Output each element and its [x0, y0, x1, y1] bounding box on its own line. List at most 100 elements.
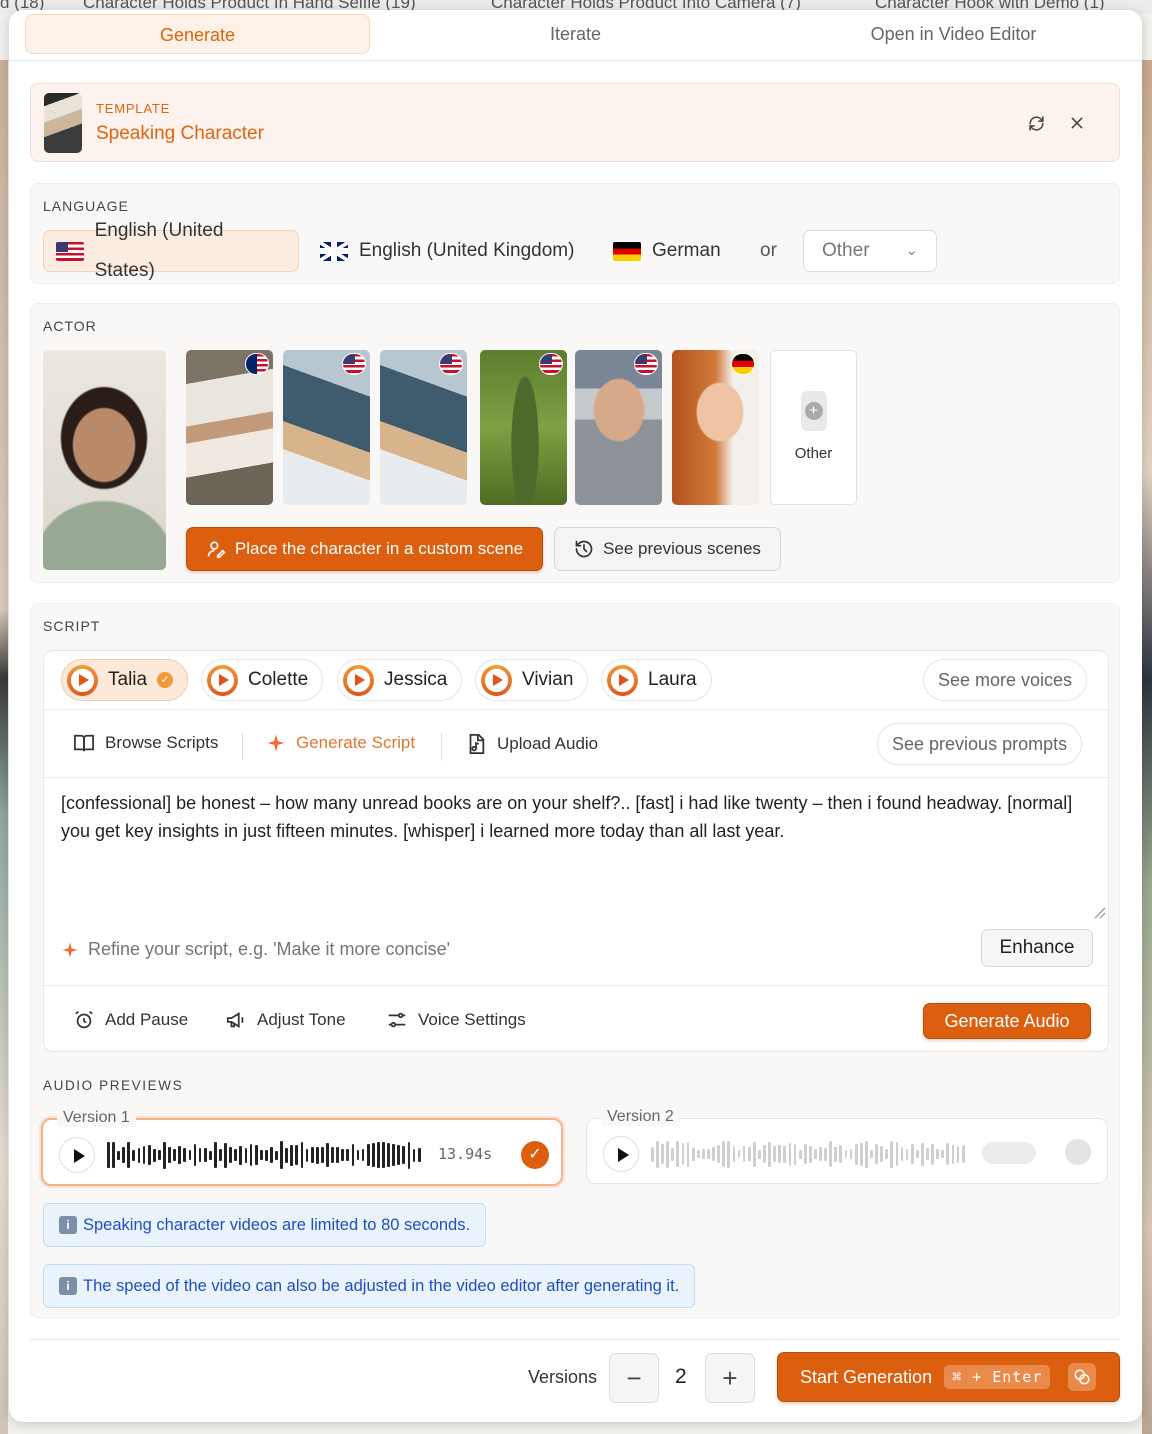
audio-version-card[interactable]: Version 2	[586, 1108, 1108, 1184]
play-icon	[67, 664, 98, 696]
voice-vivian[interactable]: Vivian	[475, 659, 589, 701]
waveform-bar	[112, 1142, 115, 1168]
waveform-bar	[854, 1143, 858, 1165]
previous-scenes-button[interactable]: See previous scenes	[554, 527, 781, 571]
waveform-bar	[173, 1149, 177, 1161]
generate-script-button[interactable]: Generate Script	[266, 733, 415, 753]
voice-name: Vivian	[522, 669, 574, 690]
waveform-bar	[361, 1149, 365, 1161]
sliders-icon	[388, 1012, 406, 1028]
script-textarea[interactable]: [confessional] be honest – how many unre…	[61, 789, 1091, 919]
voice-settings-button[interactable]: Voice Settings	[386, 1009, 526, 1031]
background-tab: d (18)	[0, 0, 45, 12]
refresh-icon[interactable]	[1022, 109, 1050, 137]
resize-handle-icon[interactable]	[1092, 905, 1106, 919]
audio-version-card[interactable]: Version 1 13.94s ✓	[41, 1109, 563, 1186]
waveform-bar	[961, 1145, 965, 1163]
increment-button[interactable]: +	[705, 1353, 755, 1403]
flag-badge-icon	[439, 353, 463, 375]
waveform-bar	[656, 1140, 659, 1168]
waveform-bar	[280, 1141, 283, 1169]
custom-scene-button[interactable]: Place the character in a custom scene	[186, 527, 543, 571]
see-previous-prompts-button[interactable]: See previous prompts	[877, 723, 1083, 765]
other-actor-button[interactable]: + Other	[770, 350, 857, 505]
refine-input[interactable]	[88, 939, 788, 960]
add-pause-button[interactable]: Add Pause	[73, 1009, 188, 1031]
language-option-en-uk[interactable]: English (United Kingdom)	[308, 230, 586, 272]
play-button[interactable]	[603, 1136, 639, 1172]
tab-open-in-video-editor[interactable]: Open in Video Editor	[781, 14, 1126, 54]
selected-check-icon[interactable]: ✓	[521, 1141, 549, 1169]
waveform-bar	[341, 1149, 345, 1161]
browse-scripts-button[interactable]: Browse Scripts	[73, 733, 218, 753]
template-label: TEMPLATE	[96, 101, 171, 116]
upload-audio-button[interactable]: Upload Audio	[465, 733, 598, 755]
waveform-bar	[666, 1140, 670, 1168]
voice-talia[interactable]: Talia ✓	[61, 659, 189, 701]
waveform-bar	[910, 1144, 914, 1164]
language-option-german[interactable]: German	[601, 230, 733, 272]
actor-thumbnail[interactable]	[283, 350, 370, 505]
actor-thumbnail[interactable]	[380, 350, 467, 505]
actor-thumbnail[interactable]	[575, 350, 662, 505]
waveform-bar	[686, 1141, 690, 1167]
waveform-bar	[295, 1145, 299, 1165]
waveform-bar	[707, 1149, 710, 1159]
close-icon[interactable]	[1063, 109, 1091, 137]
actor-thumbnail[interactable]	[186, 350, 273, 505]
play-icon	[207, 664, 238, 696]
waveform-bar	[732, 1146, 736, 1162]
waveform-bar	[905, 1148, 909, 1160]
version-title: Version 1	[57, 1109, 136, 1127]
waveform-bar	[208, 1150, 212, 1160]
voice-laura[interactable]: Laura	[601, 659, 712, 701]
waveform-bar	[931, 1143, 934, 1165]
waveform-bar	[127, 1142, 131, 1168]
adjust-tone-button[interactable]: Adjust Tone	[225, 1009, 346, 1031]
waveform-bar	[387, 1143, 390, 1167]
waveform-bar	[778, 1145, 782, 1163]
waveform-bar	[229, 1147, 233, 1163]
other-language-select[interactable]: Other ⌄	[803, 230, 937, 272]
voice-jessica[interactable]: Jessica	[337, 659, 463, 701]
waveform-bar	[763, 1145, 766, 1163]
enhance-button[interactable]: Enhance	[981, 929, 1093, 967]
play-button[interactable]	[59, 1137, 95, 1173]
actor-thumbnail[interactable]	[480, 350, 567, 505]
waveform[interactable]	[107, 1140, 421, 1170]
generate-audio-button[interactable]: Generate Audio	[923, 1003, 1091, 1039]
waveform-bar	[356, 1150, 360, 1160]
generate-script-label: Generate Script	[296, 733, 416, 752]
voice-name: Colette	[248, 669, 309, 690]
language-option-en-us[interactable]: English (United States)	[43, 220, 299, 281]
flag-badge-icon	[342, 353, 366, 375]
previous-scenes-label: See previous scenes	[603, 539, 761, 558]
selected-actor-image	[43, 350, 166, 570]
uk-flag-icon	[320, 241, 348, 261]
tab-generate[interactable]: Generate	[25, 14, 370, 54]
waveform-bar	[671, 1147, 675, 1161]
divider	[44, 777, 1108, 778]
play-icon	[607, 664, 638, 696]
voice-colette[interactable]: Colette	[201, 659, 324, 701]
waveform-bar	[956, 1145, 960, 1163]
info-note: i The speed of the video can also be adj…	[43, 1264, 696, 1308]
language-section: LANGUAGE English (United States) English…	[30, 183, 1120, 284]
alarm-icon	[75, 1011, 93, 1029]
waveform-bar	[275, 1150, 278, 1160]
waveform-bar	[859, 1142, 863, 1166]
tab-iterate[interactable]: Iterate	[403, 14, 748, 54]
see-more-voices-button[interactable]: See more voices	[923, 659, 1088, 701]
audio-duration: 13.94s	[438, 1145, 493, 1163]
keyboard-shortcut: ⌘ + Enter	[944, 1365, 1051, 1389]
waveform-bar	[417, 1148, 421, 1162]
waveform-bar	[285, 1147, 289, 1163]
decrement-button[interactable]: −	[609, 1353, 659, 1403]
start-generation-button[interactable]: Start Generation ⌘ + Enter	[777, 1352, 1120, 1402]
select-circle[interactable]	[1065, 1139, 1091, 1165]
background-tab: Character Holds Product Into Camera (7)	[491, 0, 801, 12]
user-edit-icon	[207, 541, 226, 559]
waveform-bar	[839, 1145, 843, 1163]
audio-previews-label: AUDIO PREVIEWS	[43, 1078, 184, 1093]
actor-thumbnail[interactable]	[672, 350, 759, 505]
